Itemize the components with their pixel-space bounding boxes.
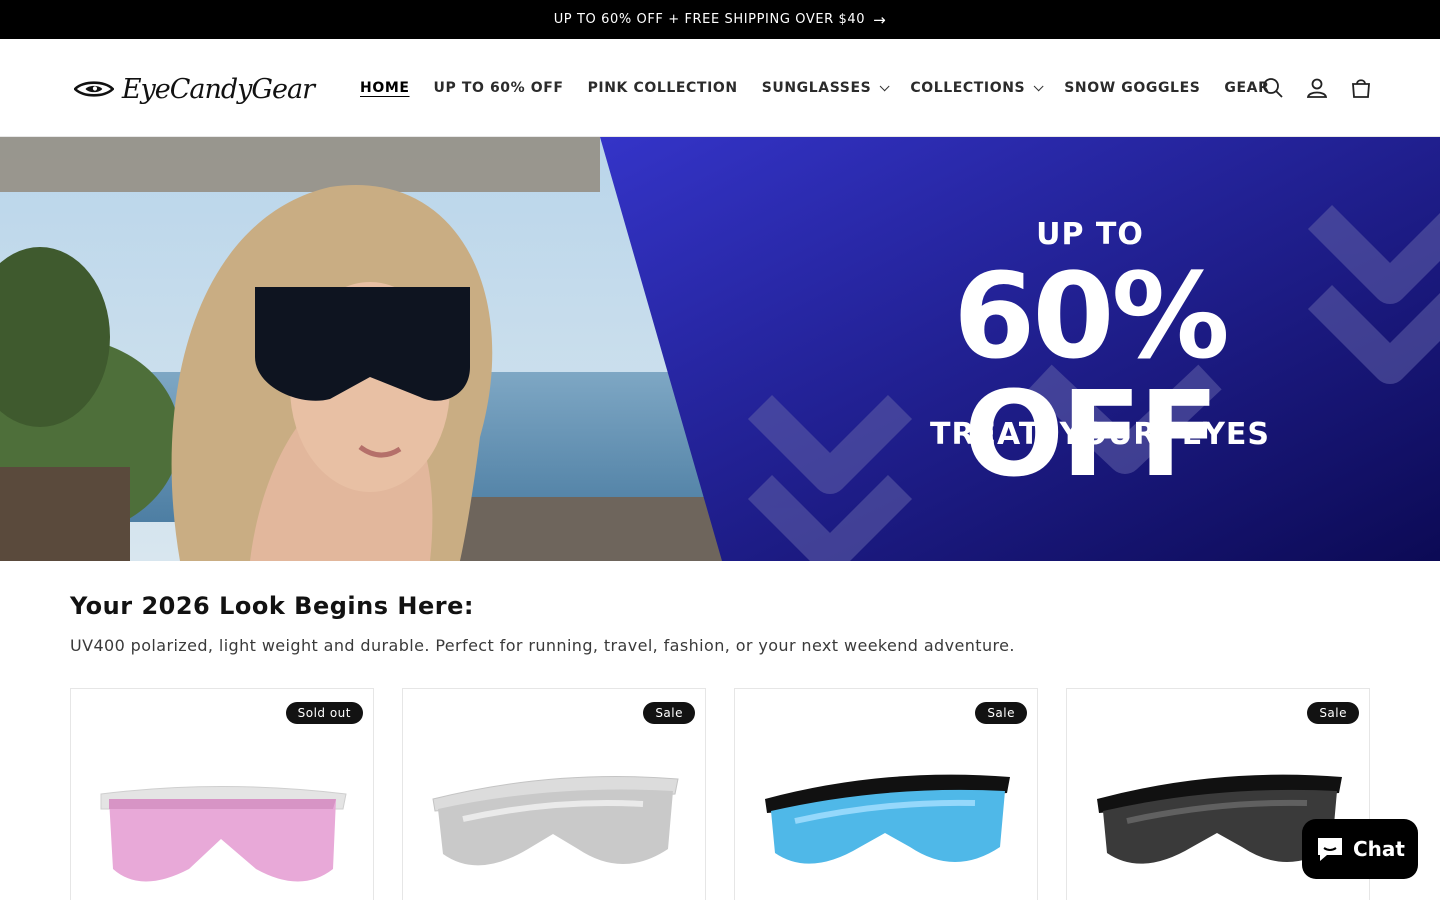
section-title: Your 2026 Look Begins Here: (70, 592, 474, 620)
chat-bubble-icon (1318, 838, 1342, 861)
chevron-down-icon (879, 80, 890, 91)
status-badge: Sale (1307, 702, 1359, 724)
nav-pink-label: PINK COLLECTION (587, 80, 738, 96)
nav-snow-goggles[interactable]: SNOW GOGGLES (1052, 80, 1212, 96)
logo[interactable]: EyeCandyGear (74, 69, 315, 109)
nav-home-label: HOME (360, 80, 410, 96)
chat-button[interactable]: Chat (1302, 819, 1418, 879)
product-grid: Sold out Sale Sale Sale (70, 688, 1370, 900)
nav-sale[interactable]: UP TO 60% OFF (422, 80, 576, 96)
product-card[interactable]: Sale (402, 688, 706, 900)
announcement-bar[interactable]: UP TO 60% OFF + FREE SHIPPING OVER $40 → (0, 0, 1440, 39)
logo-text: EyeCandyGear (121, 73, 315, 105)
cart-icon[interactable] (1348, 75, 1374, 101)
product-card[interactable]: Sold out (70, 688, 374, 900)
hero-line-3: TREAT. YOUR. EYES (929, 417, 1271, 452)
status-badge: Sold out (285, 702, 363, 724)
hero-line-2: 60% OFF (953, 247, 1229, 503)
arrow-right-icon: → (873, 10, 887, 29)
nav-collections-label: COLLECTIONS (910, 80, 1026, 96)
status-badge: Sale (643, 702, 695, 724)
nav-pink-collection[interactable]: PINK COLLECTION (576, 80, 750, 96)
product-image (765, 774, 1010, 864)
header-icons (1260, 39, 1374, 137)
site-header: EyeCandyGear HOME UP TO 60% OFF PINK COL… (0, 39, 1440, 137)
nav-sunglasses[interactable]: SUNGLASSES (750, 80, 899, 96)
search-icon[interactable] (1260, 75, 1286, 101)
chevron-down-icon (1033, 80, 1044, 91)
product-image (100, 786, 347, 882)
announcement-text[interactable]: UP TO 60% OFF + FREE SHIPPING OVER $40 (554, 12, 865, 27)
account-icon[interactable] (1304, 75, 1330, 101)
nav-collections[interactable]: COLLECTIONS (898, 80, 1052, 96)
chat-label: Chat (1353, 837, 1405, 861)
hero-banner[interactable]: UP TO 60% OFF TREAT. YOUR. EYES (0, 137, 1440, 561)
nav-home[interactable]: HOME (348, 80, 422, 96)
product-image (432, 776, 679, 866)
nav-snow-label: SNOW GOGGLES (1064, 80, 1201, 96)
status-badge: Sale (975, 702, 1027, 724)
nav-sunglasses-label: SUNGLASSES (761, 80, 872, 96)
main-nav: HOME UP TO 60% OFF PINK COLLECTION SUNGL… (348, 39, 1282, 137)
nav-sale-label: UP TO 60% OFF (433, 80, 564, 96)
product-card[interactable]: Sale (734, 688, 1038, 900)
section-description: UV400 polarized, light weight and durabl… (70, 636, 1015, 655)
eye-logo-icon (74, 81, 114, 97)
